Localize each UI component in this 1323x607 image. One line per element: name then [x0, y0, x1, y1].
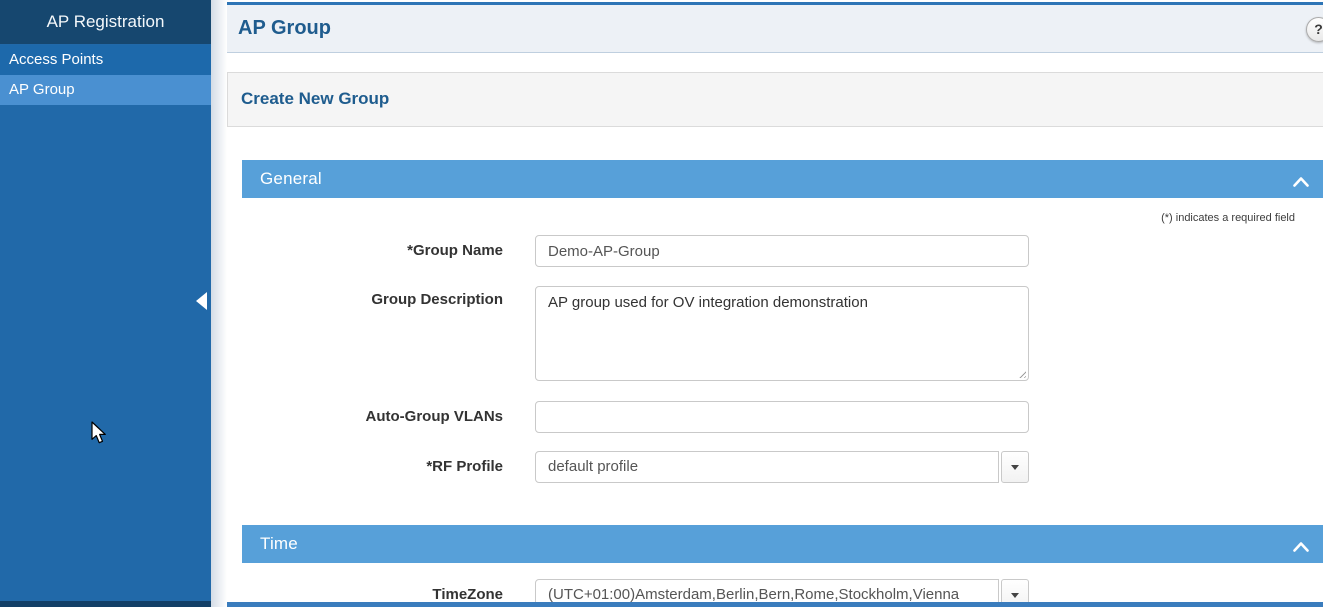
sidebar-item-access-points[interactable]: Access Points — [0, 45, 211, 75]
caret-down-icon — [1011, 593, 1019, 598]
time-section-title: Time — [242, 525, 1323, 563]
rf-profile-select[interactable]: default profile — [535, 451, 1029, 483]
bottom-accent-line — [227, 602, 1323, 607]
create-group-panel-header: Create New Group — [227, 72, 1323, 127]
sidebar-item-ap-group[interactable]: AP Group — [0, 75, 211, 105]
page-header: AP Group — [227, 5, 1323, 53]
general-section-header[interactable]: General — [242, 160, 1323, 198]
required-field-note: (*) indicates a required field — [1000, 212, 1295, 224]
sidebar-gutter — [211, 0, 227, 607]
group-description-textarea[interactable]: AP group used for OV integration demonst… — [535, 286, 1029, 381]
group-name-input[interactable] — [535, 235, 1029, 267]
time-section-header[interactable]: Time — [242, 525, 1323, 563]
rf-profile-selected-value[interactable]: default profile — [535, 451, 999, 483]
general-section-title: General — [242, 160, 1323, 198]
sidebar: AP Registration Access Points AP Group — [0, 0, 211, 607]
page-title: AP Group — [227, 5, 1323, 52]
mouse-cursor-icon — [91, 421, 109, 446]
create-group-title: Create New Group — [228, 73, 1323, 125]
group-name-label: *Group Name — [328, 235, 503, 267]
auto-group-vlans-label: Auto-Group VLANs — [328, 401, 503, 433]
sidebar-bottom-strip — [0, 601, 211, 607]
rf-profile-dropdown-button[interactable] — [1001, 451, 1029, 483]
sidebar-collapse-icon[interactable] — [196, 292, 208, 310]
sidebar-title: AP Registration — [0, 0, 211, 44]
auto-group-vlans-input[interactable] — [535, 401, 1029, 433]
chevron-up-icon[interactable] — [1293, 539, 1309, 557]
screen: AP Registration Access Points AP Group A… — [0, 0, 1323, 607]
caret-down-icon — [1011, 465, 1019, 470]
group-description-label: Group Description — [328, 289, 503, 311]
chevron-up-icon[interactable] — [1293, 174, 1309, 192]
rf-profile-label: *RF Profile — [328, 451, 503, 483]
